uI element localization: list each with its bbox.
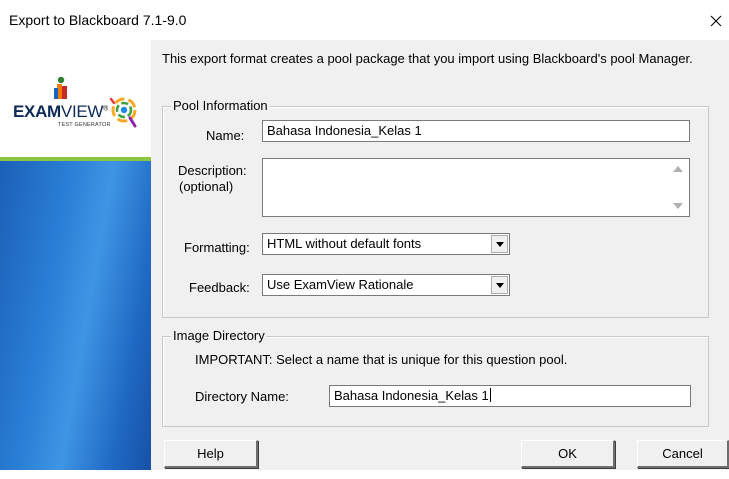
close-icon: [710, 15, 722, 27]
examview-swirl-icon: [109, 97, 137, 128]
description-scrollbar[interactable]: [667, 159, 689, 216]
feedback-dropdown-button[interactable]: [491, 276, 508, 294]
scroll-down-arrow-icon[interactable]: [673, 203, 683, 209]
window-bottom-edge: [0, 470, 729, 479]
formatting-select[interactable]: HTML without default fonts: [262, 233, 510, 255]
pool-information-title: Pool Information: [171, 98, 270, 113]
help-button[interactable]: Help: [164, 440, 258, 468]
intro-text: This export format creates a pool packag…: [162, 51, 693, 66]
name-label: Name:: [206, 128, 245, 143]
brand-blue-panel: [0, 161, 151, 470]
feedback-select[interactable]: Use ExamView Rationale: [262, 274, 510, 296]
feedback-label: Feedback:: [189, 280, 250, 295]
scroll-up-arrow-icon[interactable]: [673, 166, 683, 172]
cancel-button[interactable]: Cancel: [637, 440, 729, 468]
chevron-down-icon: [496, 242, 504, 247]
chevron-down-icon: [496, 283, 504, 288]
brand-panel: EXAMVIEW® TEST GENERATOR: [0, 40, 151, 470]
directory-name-label: Directory Name:: [195, 389, 289, 404]
name-input[interactable]: Bahasa Indonesia_Kelas 1: [262, 120, 690, 142]
logo-area: EXAMVIEW® TEST GENERATOR: [0, 40, 151, 158]
description-optional-label: (optional): [179, 179, 234, 194]
window-title: Export to Blackboard 7.1-9.0: [9, 12, 187, 28]
directory-name-value: Bahasa Indonesia_Kelas 1: [334, 388, 489, 403]
logo-subtitle: TEST GENERATOR: [58, 122, 111, 128]
important-note: IMPORTANT: Select a name that is unique …: [195, 352, 568, 367]
image-directory-group: Image Directory: [162, 328, 709, 427]
ok-button[interactable]: OK: [521, 440, 615, 468]
description-textarea[interactable]: [262, 158, 690, 217]
description-label: Description:: [178, 163, 247, 178]
image-directory-title: Image Directory: [171, 328, 267, 343]
text-caret: [489, 388, 491, 402]
close-button[interactable]: [703, 8, 729, 34]
formatting-label: Formatting:: [184, 240, 250, 255]
formatting-value: HTML without default fonts: [267, 236, 422, 251]
title-bar: Export to Blackboard 7.1-9.0: [0, 0, 729, 40]
formatting-dropdown-button[interactable]: [491, 235, 508, 253]
directory-name-input[interactable]: Bahasa Indonesia_Kelas 1: [329, 385, 691, 407]
examview-figure-icon: [54, 76, 67, 99]
examview-logo-text: EXAMVIEW®: [13, 102, 109, 121]
export-dialog: Export to Blackboard 7.1-9.0 EXAMVIEW® T…: [0, 0, 729, 479]
feedback-value: Use ExamView Rationale: [267, 277, 414, 292]
